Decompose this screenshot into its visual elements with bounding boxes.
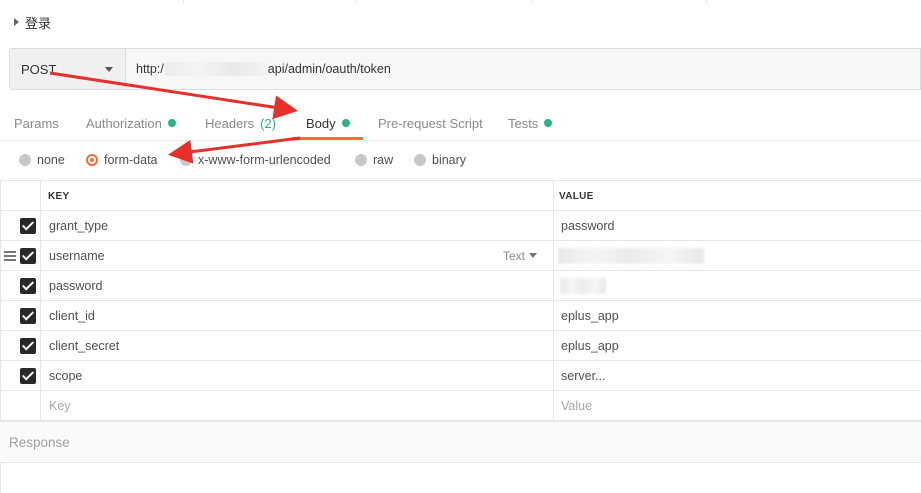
radio-label: none (37, 153, 65, 167)
tab-tests[interactable]: Tests (508, 108, 553, 138)
row-checkbox[interactable] (20, 218, 36, 234)
tab-pre-request-script[interactable]: Pre-request Script (378, 108, 483, 138)
key-cell[interactable]: username (49, 241, 105, 270)
top-tab-divider (532, 0, 704, 3)
key-cell[interactable]: client_id (49, 301, 95, 330)
body-type-options: none form-data x-www-form-urlencoded raw… (0, 150, 921, 170)
key-column-header: KEY (48, 190, 70, 202)
table-row: username Text (0, 241, 921, 271)
type-select[interactable]: Text (503, 241, 538, 270)
column-divider (40, 180, 41, 420)
radio-form-data[interactable]: form-data (86, 150, 158, 170)
tab-label: Authorization (86, 115, 162, 131)
chevron-down-icon (529, 253, 538, 258)
column-divider (553, 180, 554, 420)
response-section[interactable]: Response (0, 421, 921, 463)
method-select[interactable]: POST (10, 49, 126, 89)
type-select-label: Text (503, 248, 526, 263)
value-cell[interactable]: eplus_app (561, 331, 619, 360)
response-label: Response (9, 434, 70, 450)
url-input[interactable]: http:/ api/admin/oauth/token (126, 49, 920, 89)
chevron-down-icon (105, 66, 113, 72)
radio-icon (19, 154, 31, 166)
status-dot-icon (167, 119, 176, 127)
key-placeholder[interactable]: Key (49, 391, 71, 420)
top-tab-divider (355, 0, 530, 3)
tab-authorization[interactable]: Authorization (86, 108, 176, 138)
tab-headers[interactable]: Headers (2) (205, 108, 276, 138)
key-cell[interactable]: client_secret (49, 331, 119, 360)
url-prefix: http:/ (136, 62, 164, 76)
table-row: password (0, 271, 921, 301)
tab-label: Params (14, 115, 59, 131)
radio-none[interactable]: none (19, 150, 65, 170)
tab-count: (2) (260, 115, 277, 131)
row-checkbox[interactable] (20, 248, 36, 264)
url-path: api/admin/oauth/token (267, 62, 391, 76)
tabs-divider (0, 140, 921, 141)
caret-right-icon (14, 18, 19, 26)
radio-icon (180, 154, 192, 166)
table-row: grant_type password (0, 211, 921, 241)
table-header: KEY VALUE (0, 180, 921, 211)
table-row: client_secret eplus_app (0, 331, 921, 361)
radio-icon (414, 154, 426, 166)
row-checkbox[interactable] (20, 368, 36, 384)
radio-icon (355, 154, 367, 166)
tab-body[interactable]: Body (306, 108, 350, 138)
method-label: POST (21, 61, 57, 77)
radio-label: x-www-form-urlencoded (198, 153, 331, 167)
tab-params[interactable]: Params (14, 108, 59, 138)
tab-label: Tests (508, 115, 539, 131)
value-column-header: VALUE (559, 190, 594, 202)
radio-label: binary (432, 153, 467, 167)
request-name-toggle[interactable]: 登录 (14, 12, 51, 32)
redacted-value[interactable] (558, 248, 704, 264)
radio-raw[interactable]: raw (355, 150, 393, 170)
table-row: client_id eplus_app (0, 301, 921, 331)
tab-label: Headers (205, 115, 255, 131)
radio-label: form-data (104, 153, 158, 167)
status-dot-icon (341, 119, 350, 127)
radio-binary[interactable]: binary (414, 150, 466, 170)
radio-selected-icon (86, 154, 98, 166)
radio-label: raw (373, 153, 394, 167)
key-cell[interactable]: scope (49, 361, 82, 390)
table-row-new: Key Value (0, 391, 921, 421)
value-cell[interactable]: password (561, 211, 615, 240)
drag-handle-icon[interactable] (4, 251, 16, 261)
key-cell[interactable]: password (49, 271, 103, 300)
top-tab-divider (706, 0, 886, 3)
tab-label: Pre-request Script (378, 115, 483, 131)
value-cell[interactable]: server... (561, 361, 605, 390)
url-bar: POST http:/ api/admin/oauth/token (9, 48, 921, 90)
row-checkbox[interactable] (20, 278, 36, 294)
key-cell[interactable]: grant_type (49, 211, 108, 240)
redacted-host (164, 62, 267, 76)
request-name: 登录 (25, 16, 52, 32)
row-checkbox[interactable] (20, 308, 36, 324)
table-row: scope server... (0, 361, 921, 391)
redacted-value[interactable] (560, 278, 606, 294)
request-tabs: Params Authorization Headers (2) Body Pr… (0, 108, 921, 138)
tab-label: Body (306, 115, 336, 131)
status-dot-icon (544, 119, 553, 127)
top-tab-strip (0, 0, 921, 4)
row-checkbox[interactable] (20, 338, 36, 354)
radio-x-www-form-urlencoded[interactable]: x-www-form-urlencoded (180, 150, 331, 170)
value-cell[interactable]: eplus_app (561, 301, 619, 330)
value-placeholder[interactable]: Value (561, 391, 592, 420)
top-tab-divider (183, 0, 353, 3)
